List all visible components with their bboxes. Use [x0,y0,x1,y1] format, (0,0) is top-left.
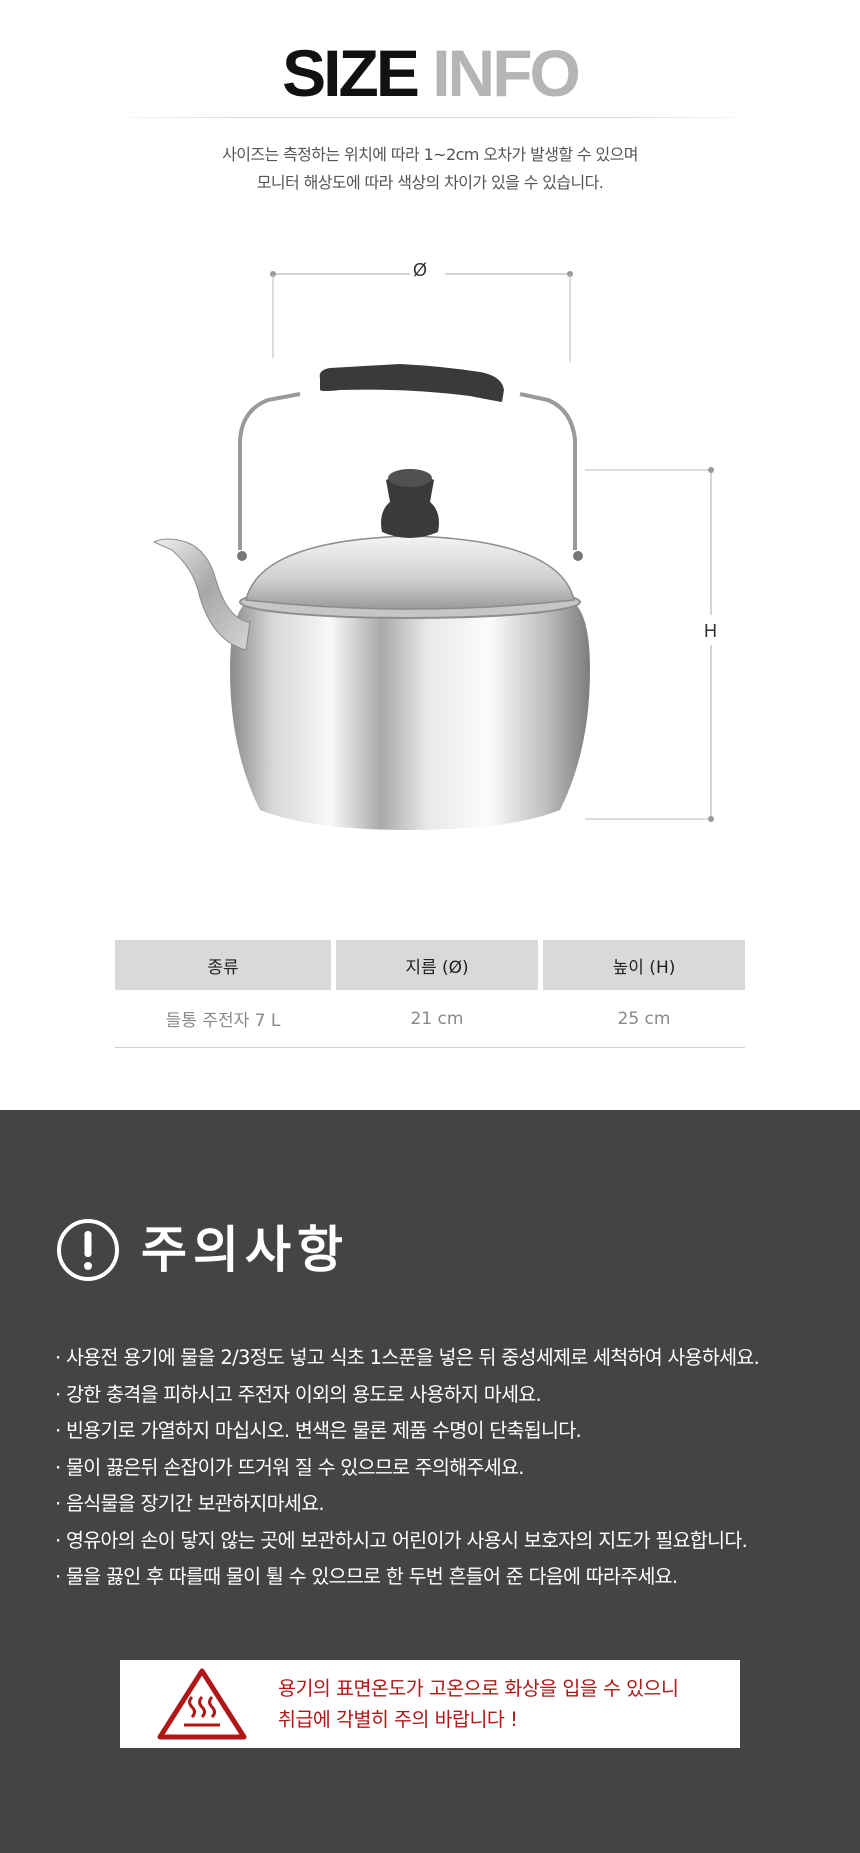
hot-surface-icon [157,1668,247,1740]
spec-table-header: 종류 지름 (Ø) 높이 (H) [115,940,745,990]
warning-line-2: 취급에 각별히 주의 바랍니다 ! [278,1708,518,1731]
header-diameter: 지름 (Ø) [336,940,538,990]
list-item: · 영유아의 손이 닿지 않는 곳에 보관하시고 어린이가 사용시 보호자의 지… [55,1528,748,1552]
heat-warning-box: 용기의 표면온도가 고온으로 화상을 입을 수 있으니 취급에 각별히 주의 바… [120,1660,740,1748]
cell-diameter: 21 cm [410,1008,464,1029]
spec-table: 종류 지름 (Ø) 높이 (H) 들통 주전자 7 L 21 cm 25 cm [115,940,745,1048]
heat-warning-text: 용기의 표면온도가 고온으로 화상을 입을 수 있으니 취급에 각별히 주의 바… [278,1673,679,1735]
list-item: · 음식물을 장기간 보관하지마세요. [55,1492,325,1515]
list-item: · 빈용기로 가열하지 마십시오. 변색은 물론 제품 수명이 단축됩니다. [55,1419,582,1442]
header-type: 종류 [115,940,331,990]
kettle-illustration [152,271,714,830]
notice-line-2: 모니터 해상도에 따라 색상의 차이가 있을 수 있습니다. [256,173,604,192]
list-item: · 사용전 용기에 물을 2/3정도 넣고 식초 1스푼을 넣은 뒤 중성세제로… [55,1346,760,1369]
exclamation-icon [57,1219,119,1281]
height-dimension [585,467,714,822]
size-notice: 사이즈는 측정하는 위치에 따라 1~2cm 오차가 발생할 수 있으며 모니터… [0,141,860,197]
size-info-title: SIZE INFO [0,38,860,108]
caution-title: 주의사항 [141,1221,349,1279]
caution-list: · 사용전 용기에 물을 2/3정도 넣고 식초 1스푼을 넣은 뒤 중성세제로… [55,1340,855,1596]
list-item: · 물이 끓은뒤 손잡이가 뜨거워 질 수 있으므로 주의해주세요. [55,1455,524,1479]
table-row: 들통 주전자 7 L 21 cm 25 cm [115,990,745,1048]
title-info: INFO [432,36,581,110]
diameter-label: Ø [413,260,428,280]
header-height: 높이 (H) [543,940,745,990]
diameter-dimension [270,271,573,362]
cell-height: 25 cm [617,1008,671,1029]
list-item: · 물을 끓인 후 따를때 물이 튈 수 있으므로 한 두번 흔들어 준 다음에… [55,1565,678,1588]
title-size: SIZE [282,36,420,110]
caution-heading: 주의사항 [55,1215,349,1285]
title-divider [100,117,760,118]
kettle-diagram: Ø H [150,250,750,850]
caution-section: 주의사항 · 사용전 용기에 물을 2/3정도 넣고 식초 1스푼을 넣은 뒤 … [0,1110,860,1853]
notice-line-1: 사이즈는 측정하는 위치에 따라 1~2cm 오차가 발생할 수 있으며 [222,145,638,164]
height-label: H [704,621,717,641]
warning-line-1: 용기의 표면온도가 고온으로 화상을 입을 수 있으니 [278,1677,679,1700]
list-item: · 강한 충격을 피하시고 주전자 이외의 용도로 사용하지 마세요. [55,1382,542,1406]
cell-type: 들통 주전자 7 L [165,1011,281,1031]
